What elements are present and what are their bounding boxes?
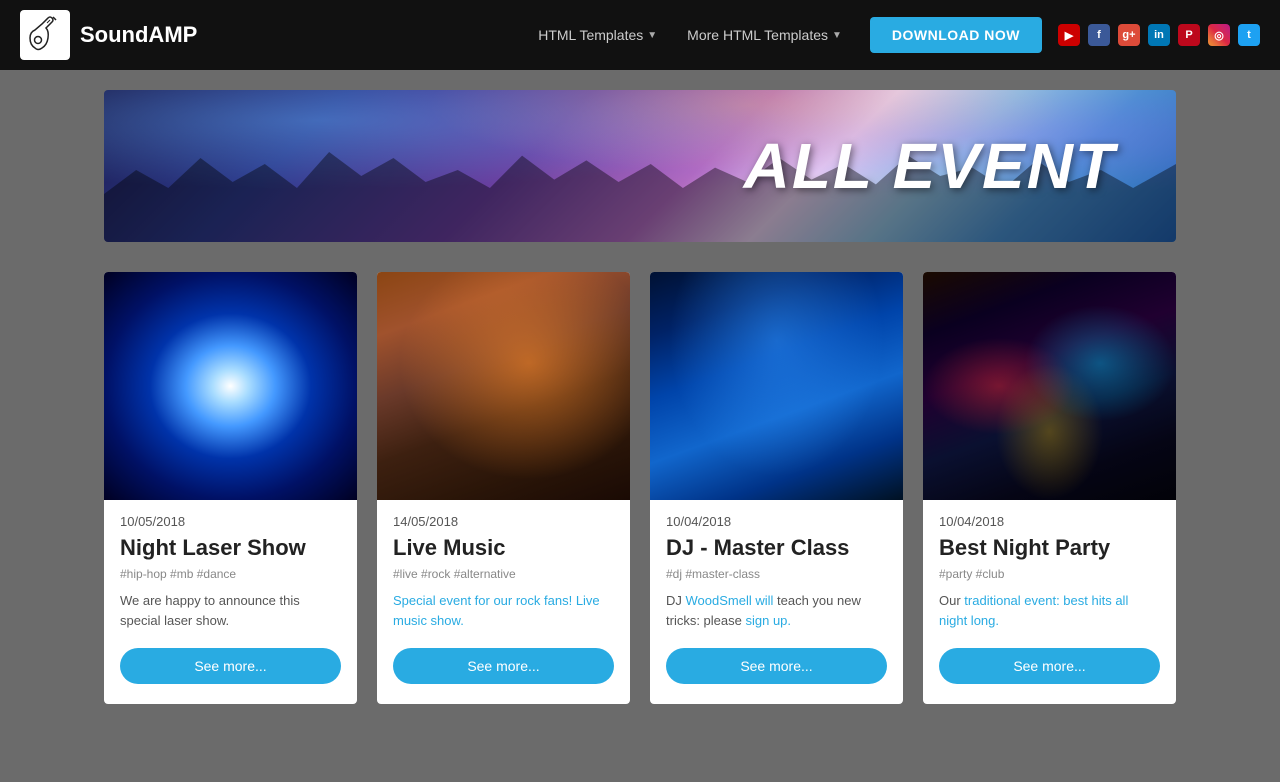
event-card-body: 10/04/2018 DJ - Master Class #dj #master… — [650, 500, 903, 704]
event-description: We are happy to announce this special la… — [120, 591, 341, 630]
event-tags: #live #rock #alternative — [393, 567, 614, 581]
facebook-icon[interactable]: f — [1088, 24, 1110, 46]
hero-banner: ALL EVENT — [104, 90, 1176, 242]
social-icons-group: ▶ f g+ in P ◎ t — [1058, 24, 1260, 46]
brand-logo-icon — [20, 10, 70, 60]
brand-link[interactable]: SoundAMP — [20, 10, 197, 60]
instagram-icon[interactable]: ◎ — [1208, 24, 1230, 46]
event-title: Night Laser Show — [120, 535, 341, 561]
event-tags: #hip-hop #mb #dance — [120, 567, 341, 581]
more-html-templates-link[interactable]: More HTML Templates ▼ — [675, 21, 854, 49]
event-card: 10/04/2018 Best Night Party #party #club… — [923, 272, 1176, 704]
linkedin-icon[interactable]: in — [1148, 24, 1170, 46]
see-more-button[interactable]: See more... — [393, 648, 614, 684]
event-card-image-music — [377, 272, 630, 500]
youtube-icon[interactable]: ▶ — [1058, 24, 1080, 46]
event-tags: #party #club — [939, 567, 1160, 581]
see-more-button[interactable]: See more... — [120, 648, 341, 684]
brand-name: SoundAMP — [80, 22, 197, 48]
event-card-body: 10/04/2018 Best Night Party #party #club… — [923, 500, 1176, 704]
dropdown-arrow-icon-2: ▼ — [832, 30, 842, 41]
event-title: DJ - Master Class — [666, 535, 887, 561]
event-title: Best Night Party — [939, 535, 1160, 561]
event-card-image-dj — [650, 272, 903, 500]
pinterest-icon[interactable]: P — [1178, 24, 1200, 46]
event-card: 10/04/2018 DJ - Master Class #dj #master… — [650, 272, 903, 704]
event-card-body: 10/05/2018 Night Laser Show #hip-hop #mb… — [104, 500, 357, 704]
see-more-button[interactable]: See more... — [666, 648, 887, 684]
events-grid: 10/05/2018 Night Laser Show #hip-hop #mb… — [104, 272, 1176, 704]
event-card-image-laser — [104, 272, 357, 500]
event-image-laser — [104, 272, 357, 500]
event-description: Our traditional event: best hits all nig… — [939, 591, 1160, 630]
html-templates-link[interactable]: HTML Templates ▼ — [526, 21, 669, 49]
event-image-party — [923, 272, 1176, 500]
navbar: SoundAMP HTML Templates ▼ More HTML Temp… — [0, 0, 1280, 70]
twitter-icon[interactable]: t — [1238, 24, 1260, 46]
download-now-button[interactable]: DOWNLOAD NOW — [870, 17, 1042, 53]
event-card: 14/05/2018 Live Music #live #rock #alter… — [377, 272, 630, 704]
googleplus-icon[interactable]: g+ — [1118, 24, 1140, 46]
nav-links: HTML Templates ▼ More HTML Templates ▼ D… — [526, 17, 1042, 53]
event-date: 14/05/2018 — [393, 514, 614, 529]
event-card-body: 14/05/2018 Live Music #live #rock #alter… — [377, 500, 630, 704]
event-image-music — [377, 272, 630, 500]
event-card-image-party — [923, 272, 1176, 500]
see-more-button[interactable]: See more... — [939, 648, 1160, 684]
hero-title: ALL EVENT — [744, 129, 1116, 203]
event-date: 10/04/2018 — [939, 514, 1160, 529]
event-image-dj — [650, 272, 903, 500]
event-description: Special event for our rock fans! Live mu… — [393, 591, 614, 630]
event-card: 10/05/2018 Night Laser Show #hip-hop #mb… — [104, 272, 357, 704]
event-date: 10/04/2018 — [666, 514, 887, 529]
event-title: Live Music — [393, 535, 614, 561]
event-date: 10/05/2018 — [120, 514, 341, 529]
event-description: DJ WoodSmell will teach you new tricks: … — [666, 591, 887, 630]
event-tags: #dj #master-class — [666, 567, 887, 581]
dropdown-arrow-icon: ▼ — [647, 30, 657, 41]
